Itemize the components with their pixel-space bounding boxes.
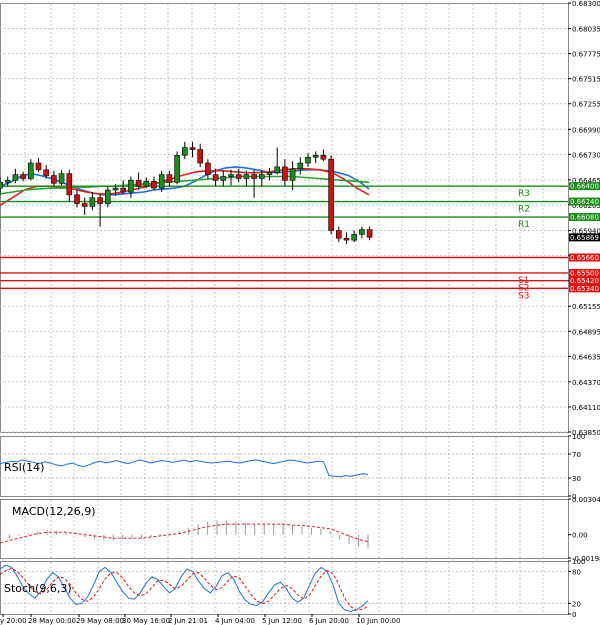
candle-body — [112, 187, 119, 191]
time-tick-label: 4 Jun 04:00 — [215, 617, 255, 625]
candle-body — [97, 197, 103, 204]
stoch-tick-label: 0 — [572, 611, 576, 619]
candle — [174, 151, 180, 185]
candle-body — [35, 162, 42, 171]
candle-body — [143, 181, 150, 187]
candle-body — [205, 162, 211, 175]
stoch-tick-label: 80 — [572, 569, 581, 577]
time-tick-label: 5 Jun 12:00 — [262, 617, 302, 625]
macd-title: MACD(12,26,9) — [12, 505, 96, 518]
pivot-level-label: R2 — [518, 205, 530, 215]
time-tick-label: 28 May 00:00 — [28, 617, 76, 625]
candle-body — [158, 174, 165, 189]
rsi-title: RSI(14) — [4, 461, 44, 474]
candle-body — [266, 172, 273, 175]
candle-body — [174, 155, 180, 183]
stoch-title: Stoch(9,6,3) — [4, 582, 72, 595]
macd-tick-label: 0.00 — [572, 532, 588, 540]
candle-body — [4, 180, 11, 183]
price-tag-label: 0.66080 — [570, 214, 599, 222]
candle — [328, 155, 334, 235]
candle-body — [320, 155, 327, 160]
candle-body — [151, 181, 157, 189]
pivot-level-label: R1 — [518, 220, 530, 230]
candle-body — [166, 174, 173, 183]
candle-body — [212, 174, 219, 181]
candle-body — [243, 174, 250, 179]
price-tick-label: 0.68035 — [572, 26, 600, 34]
candle-body — [74, 194, 80, 204]
candle-body — [235, 174, 242, 179]
price-tick-label: 0.67515 — [572, 76, 600, 84]
candle-body — [51, 175, 57, 184]
pivot-level-label: S3 — [518, 291, 529, 301]
candle-body — [312, 155, 319, 158]
price-tick-label: 0.67255 — [572, 101, 600, 109]
candle-body — [297, 162, 304, 170]
candle-body — [359, 229, 365, 235]
chart-canvas: R3R2R1S1S2S3 0.683000.680350.677750.6751… — [0, 0, 600, 625]
price-tick-label: 0.67775 — [572, 51, 600, 59]
candle-body — [89, 197, 96, 207]
time-tick-label: 6 Jun 20:00 — [309, 617, 349, 625]
pivot-level-label: R3 — [518, 189, 530, 199]
rsi-tick-label: 30 — [572, 475, 581, 483]
price-tick-label: 0.68300 — [572, 0, 600, 8]
candle-body — [182, 147, 188, 156]
candle-body — [81, 203, 88, 207]
price-tick-label: 0.64895 — [572, 328, 600, 336]
price-tag-label: 0.65660 — [570, 254, 599, 262]
candle-body — [351, 234, 358, 241]
candle-body — [305, 156, 311, 164]
time-tick-label: 2 Jun 21:01 — [168, 617, 208, 625]
candle-body — [328, 158, 334, 231]
price-tick-label: 0.64370 — [572, 379, 600, 387]
candle-body — [197, 149, 203, 164]
candle-body — [274, 166, 281, 173]
candle-body — [366, 229, 373, 238]
macd-tick-label: 0.003042 — [572, 496, 600, 504]
candle-body — [135, 180, 142, 187]
price-tick-label: 0.66990 — [572, 126, 600, 134]
stoch-tick-label: 20 — [572, 600, 581, 608]
candle-body — [189, 147, 196, 150]
candle-body — [258, 174, 265, 179]
current-price-label: 0.65869 — [570, 234, 599, 242]
candle-body — [105, 189, 111, 204]
candle-body — [251, 174, 257, 179]
price-tag-label: 0.66240 — [570, 198, 599, 206]
price-tick-label: 0.65155 — [572, 303, 600, 311]
rsi-tick-label: 70 — [572, 451, 581, 459]
candle-body — [43, 169, 50, 176]
rsi-tick-label: 100 — [572, 433, 585, 441]
candle-body — [282, 166, 288, 181]
price-tick-label: 0.64635 — [572, 353, 600, 361]
candle-body — [220, 176, 227, 181]
candle-body — [120, 187, 126, 193]
candle-body — [12, 174, 19, 181]
candle-body — [335, 230, 342, 239]
candle-body — [20, 174, 26, 179]
price-tag-label: 0.65340 — [570, 285, 599, 293]
stoch-tick-label: 100 — [572, 558, 585, 566]
time-tick-label: 29 May 08:00 — [76, 617, 124, 625]
price-tick-label: 0.64110 — [572, 404, 600, 412]
candle-body — [66, 173, 73, 196]
candle-body — [343, 237, 350, 241]
time-tick-label: 30 May 16:00 — [122, 617, 170, 625]
candle-body — [289, 168, 296, 181]
candle-body — [27, 162, 34, 179]
candle-body — [58, 173, 65, 184]
candle-body — [228, 174, 234, 177]
candle-body — [0, 182, 3, 189]
price-tick-label: 0.66730 — [572, 151, 600, 159]
time-tick-label: y 20:00 — [0, 617, 27, 625]
price-tag-label: 0.66400 — [570, 183, 599, 191]
time-tick-label: 10 Jun 00:00 — [356, 617, 400, 625]
candle-body — [128, 180, 134, 193]
